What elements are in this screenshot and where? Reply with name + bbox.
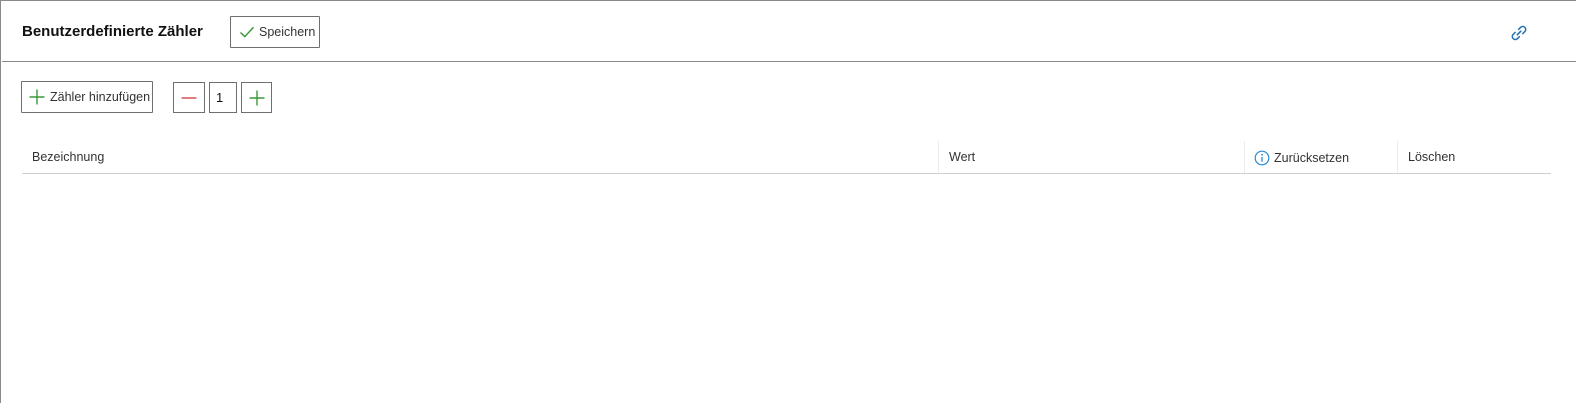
column-header-reset-label: Zurücksetzen [1274, 151, 1350, 165]
add-counter-label: Zähler hinzufügen [50, 90, 151, 104]
link-button[interactable] [1508, 22, 1530, 44]
save-button-label: Speichern [259, 25, 316, 39]
counter-count-input[interactable] [209, 82, 237, 113]
plus-icon [247, 88, 267, 108]
column-header-name[interactable]: Bezeichnung [32, 141, 104, 173]
column-divider [1244, 141, 1245, 173]
checkmark-icon [238, 23, 256, 41]
decrement-button[interactable] [173, 82, 205, 113]
save-button[interactable]: Speichern [230, 16, 320, 48]
link-icon [1509, 23, 1529, 43]
minus-icon [179, 88, 199, 108]
column-header-delete[interactable]: Löschen [1408, 141, 1455, 173]
page-title: Benutzerdefinierte Zähler [22, 23, 203, 40]
panel-header: Benutzerdefinierte Zähler Speichern [2, 2, 1576, 62]
column-header-reset[interactable]: Zurücksetzen [1254, 142, 1349, 174]
table-header: Bezeichnung Wert Zurücksetzen Löschen [22, 141, 1551, 174]
increment-button[interactable] [241, 82, 272, 113]
info-icon[interactable] [1254, 150, 1270, 166]
column-divider [1397, 141, 1398, 173]
plus-icon [27, 87, 47, 107]
column-divider [938, 141, 939, 173]
column-header-value[interactable]: Wert [949, 141, 975, 173]
add-counter-button[interactable]: Zähler hinzufügen [21, 81, 153, 113]
counters-panel: Benutzerdefinierte Zähler Speichern Zähl… [0, 0, 1576, 403]
